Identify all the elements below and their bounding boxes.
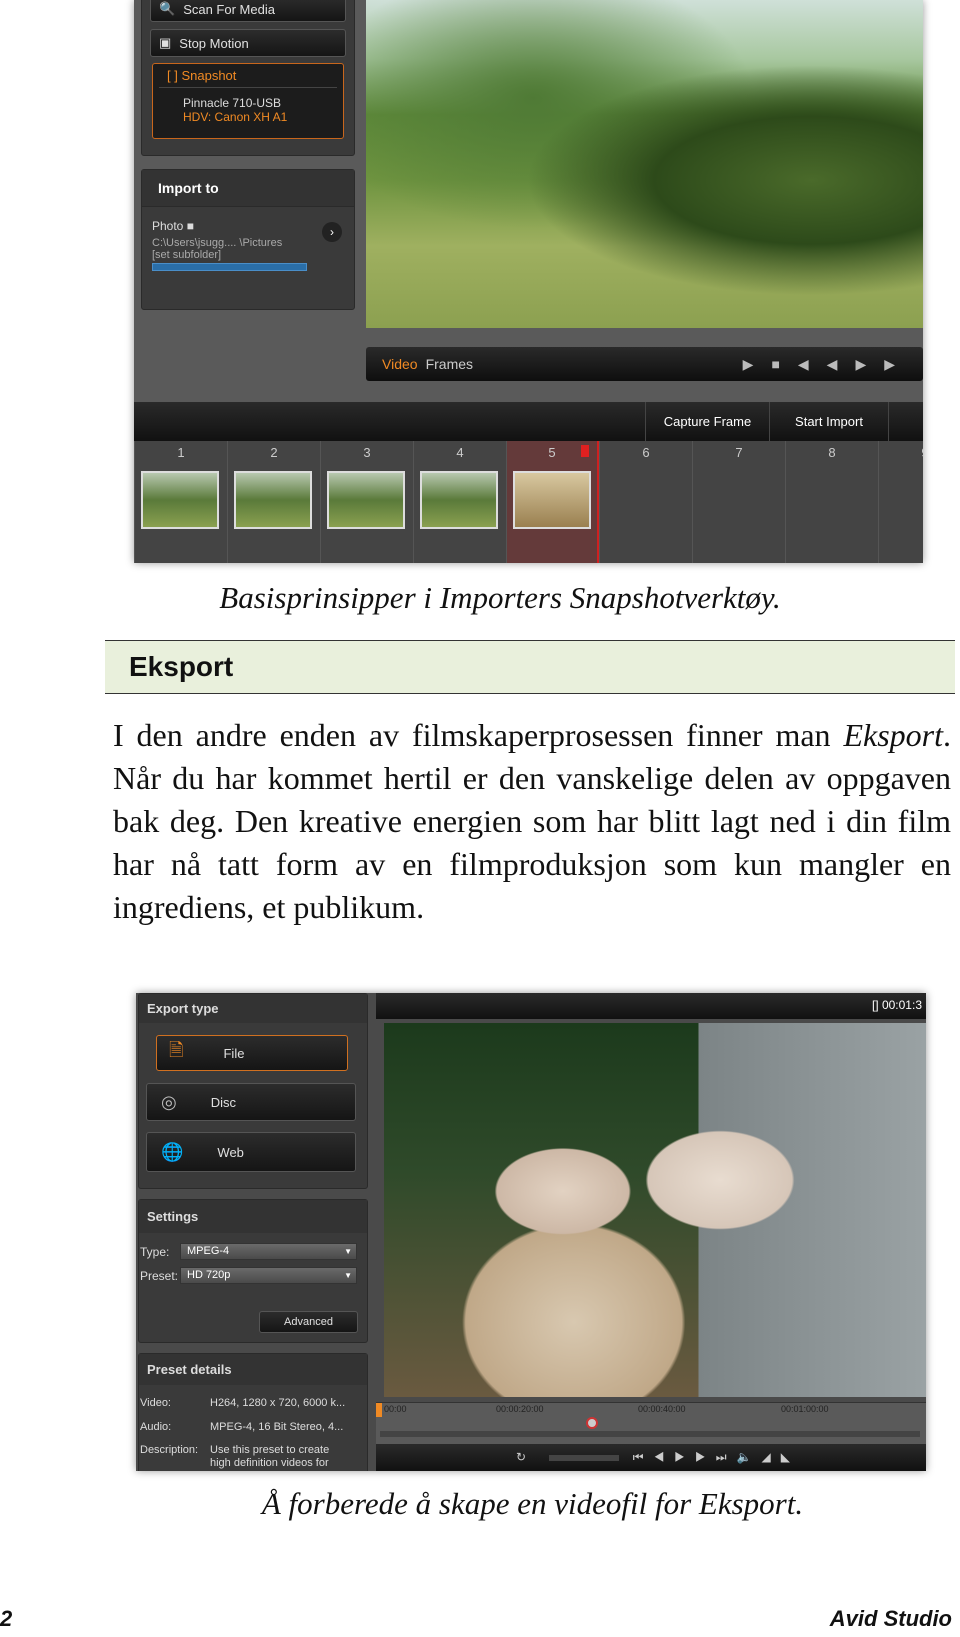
scan-for-media-button[interactable]: 🔍 Scan For Media xyxy=(150,0,346,22)
frame-slot[interactable]: 1 xyxy=(134,441,227,563)
import-to-title: Import to xyxy=(142,170,354,207)
frame-slot[interactable]: 3 xyxy=(320,441,413,563)
figure-caption: Basisprinsipper i Importers Snapshotverk… xyxy=(219,580,781,615)
frame-thumbnail xyxy=(141,471,219,529)
marker-icon xyxy=(581,445,589,457)
frame-slot[interactable]: 8 xyxy=(785,441,878,563)
frame-slot[interactable]: 4 xyxy=(413,441,506,563)
chevron-right-icon[interactable]: › xyxy=(322,222,342,242)
set-subfolder-link[interactable]: [set subfolder] xyxy=(142,249,354,261)
device-source: HDV: Canon XH A1 xyxy=(183,110,288,124)
device-name: Pinnacle 710-USB xyxy=(183,96,282,110)
frame-thumbnail xyxy=(513,471,591,529)
importer-screenshot: 🔍 Scan For Media ▣ Stop Motion [ ] Snapsho… xyxy=(134,0,923,563)
mark-in-icon[interactable]: ◢ xyxy=(761,1450,780,1464)
in-point-marker xyxy=(376,1403,382,1417)
capture-frame-button[interactable]: Capture Frame xyxy=(645,402,770,441)
section-heading: Eksport xyxy=(105,640,955,694)
playhead-scrubber[interactable] xyxy=(586,1417,598,1429)
advanced-button[interactable]: Advanced xyxy=(259,1311,358,1333)
rewind-icon[interactable]: ◀◀ xyxy=(798,356,856,372)
disc-icon: ◎ xyxy=(161,1091,177,1112)
audio-label: Audio: xyxy=(140,1421,172,1433)
type-select[interactable]: MPEG-4 ▼ xyxy=(180,1243,357,1260)
timecode: [] 00:01:3 xyxy=(871,998,922,1012)
frame-thumbnail xyxy=(327,471,405,529)
tab-video[interactable]: Video xyxy=(382,356,418,372)
globe-icon: 🌐 xyxy=(161,1141,184,1162)
description-value: Use this preset to create high definitio… xyxy=(210,1444,330,1469)
tick-label: 00:00:40:00 xyxy=(638,1404,686,1414)
stop-motion-icon: ▣ xyxy=(159,35,172,50)
play-icon[interactable]: ▶ xyxy=(674,1450,695,1464)
preset-select[interactable]: HD 720p ▼ xyxy=(180,1267,357,1284)
import-to-panel: Import to Photo ■ › C:\Users\jsugg.... \… xyxy=(141,169,355,310)
stop-motion-button[interactable]: ▣ Stop Motion xyxy=(150,29,346,57)
frame-thumbnail xyxy=(234,471,312,529)
file-export-icon: 🗎 xyxy=(169,1040,184,1060)
start-import-button[interactable]: Start Import xyxy=(770,402,889,441)
jog-shuttle[interactable] xyxy=(549,1454,620,1461)
photo-label: Photo xyxy=(152,219,184,233)
disc-button[interactable]: ◎ Disc xyxy=(146,1083,356,1121)
subfolder-input[interactable] xyxy=(152,263,307,271)
fast-forward-icon[interactable]: ▶▶ xyxy=(855,356,913,372)
frame-slot[interactable]: 9 xyxy=(878,441,923,563)
video-value: H264, 1280 x 720, 6000 k... xyxy=(210,1397,346,1409)
search-icon: 🔍 xyxy=(159,1,176,16)
preset-label: Preset: xyxy=(140,1269,179,1283)
step-forward-icon[interactable]: ▶ xyxy=(695,1450,716,1464)
snapshot-button[interactable]: [ ] Snapshot Pinnacle 710-USB HDV: Canon… xyxy=(152,63,344,139)
tick-label: 00:00:20:00 xyxy=(496,1404,544,1414)
frame-slot[interactable]: 6 xyxy=(599,441,692,563)
audio-value: MPEG-4, 16 Bit Stereo, 4... xyxy=(210,1421,344,1433)
go-to-start-icon[interactable]: ⏮ xyxy=(633,1450,654,1464)
preset-details-title: Preset details xyxy=(139,1354,367,1385)
timeline-track xyxy=(380,1431,920,1437)
dropdown-arrow-icon: ▼ xyxy=(344,1271,352,1280)
timeline-ruler[interactable]: 00:00 00:00:20:00 00:00:40:00 00:01:00:0… xyxy=(376,1402,926,1444)
page-number: 2 xyxy=(0,1606,13,1631)
web-button[interactable]: 🌐 Web xyxy=(146,1132,356,1172)
video-preview xyxy=(366,0,923,328)
folder-icon: ■ xyxy=(186,219,194,233)
tick-label: 00:01:00:00 xyxy=(781,1404,829,1414)
file-button[interactable]: 🗎 File xyxy=(156,1035,348,1071)
frame-slot[interactable]: 2 xyxy=(227,441,320,563)
snapshot-icon: [ ] xyxy=(167,68,178,83)
export-type-title: Export type xyxy=(139,994,367,1023)
transport-controls: ↻ ⏮◀▶▶⏭🔈◢◣ xyxy=(376,1444,926,1471)
tab-frames[interactable]: Frames xyxy=(426,356,473,372)
play-icon[interactable]: ▶ xyxy=(743,356,772,372)
type-label: Type: xyxy=(140,1245,170,1259)
description-label: Description: xyxy=(140,1444,199,1456)
tick-label: 00:00 xyxy=(384,1404,407,1414)
figure-caption: Å forberede å skape en videofil for Eksp… xyxy=(261,1486,804,1521)
exporter-screenshot: Export type 🗎 File ◎ Disc 🌐 Web Settings Ty… xyxy=(136,993,926,1471)
video-preview xyxy=(384,1023,926,1397)
frame-slot-selected[interactable]: 5 xyxy=(506,441,599,563)
frame-slot[interactable]: 7 xyxy=(692,441,785,563)
body-paragraph: I den andre enden av filmskaperprosessen… xyxy=(113,717,951,925)
dropdown-arrow-icon: ▼ xyxy=(344,1247,352,1256)
preview-toolbar: Video Frames ▶■◀◀▶▶ xyxy=(366,347,923,381)
preview-header: [] 00:01:3 xyxy=(376,993,926,1019)
video-label: Video: xyxy=(140,1397,171,1409)
footer-product-name: Avid Studio xyxy=(829,1606,952,1631)
frame-thumbnail xyxy=(420,471,498,529)
volume-icon[interactable]: 🔈 xyxy=(737,1450,762,1464)
mark-out-icon[interactable]: ◣ xyxy=(781,1450,800,1464)
stop-icon[interactable]: ■ xyxy=(771,356,797,372)
go-to-end-icon[interactable]: ⏭ xyxy=(716,1450,737,1464)
settings-title: Settings xyxy=(139,1200,367,1233)
step-back-icon[interactable]: ◀ xyxy=(654,1450,675,1464)
loop-icon[interactable]: ↻ xyxy=(516,1450,536,1464)
